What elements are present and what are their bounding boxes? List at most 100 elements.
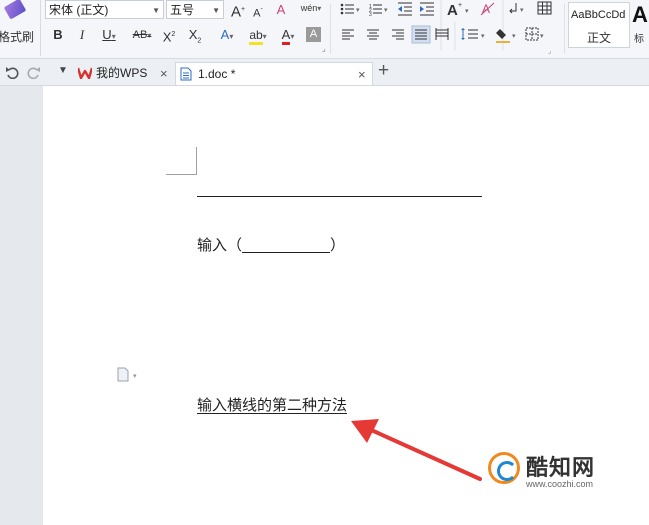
fill-in-suffix: ）	[330, 236, 346, 254]
wps-logo-icon	[78, 67, 92, 79]
svg-text:▾: ▾	[512, 33, 516, 40]
text-effect-button[interactable]: A▾	[214, 25, 240, 45]
align-left-icon[interactable]	[342, 29, 354, 40]
grow-font-button[interactable]: A+	[229, 0, 247, 20]
margin-corner-mark	[166, 147, 197, 175]
watermark-url: www.coozhi.com	[526, 479, 594, 489]
distributed-icon[interactable]	[435, 28, 449, 40]
font-name-value: 宋体 (正文)	[49, 3, 109, 17]
clear-all-format-icon[interactable]: A	[480, 2, 495, 16]
underline-label: U	[102, 27, 112, 42]
decrease-indent-icon[interactable]	[398, 2, 412, 16]
align-right-icon[interactable]	[392, 29, 404, 40]
tab-document-label: 1.doc *	[198, 67, 236, 81]
clear-format-label: A	[276, 2, 286, 17]
style-normal-sample: AaBbCcDd	[571, 9, 626, 21]
svg-text:▾: ▾	[540, 33, 544, 40]
undo-icon[interactable]	[5, 65, 19, 79]
format-painter-label: 格式刷	[0, 30, 35, 44]
watermark-logo: 酷知网 www.coozhi.com	[482, 448, 632, 494]
chevron-down-icon: ▾	[317, 4, 322, 13]
font-color-button[interactable]: A▾	[275, 25, 301, 45]
chevron-down-icon: ▼	[152, 6, 160, 15]
shrink-font-button[interactable]: A-	[250, 0, 266, 20]
svg-text:▾: ▾	[481, 33, 485, 40]
increase-indent-icon[interactable]	[420, 2, 434, 16]
paragraph-group: ▾ 123 ▾ A + ▾ A ▾ ▾ ▾ ▾ ⌟	[340, 0, 552, 55]
document-tab-bar: ▼ 我的WPS × 1.doc * × +	[0, 59, 649, 86]
chevron-down-icon: ▾	[147, 31, 152, 40]
bullet-list-icon[interactable]: ▾	[340, 3, 360, 15]
font-dialog-launcher[interactable]: ⌟	[322, 44, 326, 53]
separator	[330, 4, 331, 54]
grow-font-icon[interactable]: A + ▾	[447, 2, 469, 19]
separator	[564, 4, 565, 54]
numbered-list-icon[interactable]: 123 ▾	[369, 4, 388, 18]
watermark-brand: 酷知网	[526, 455, 596, 480]
tab-my-wps-label: 我的WPS	[96, 66, 148, 80]
style-heading[interactable]: A 标	[630, 2, 649, 46]
svg-text:3: 3	[369, 12, 372, 18]
align-center-icon[interactable]	[367, 29, 379, 40]
subscript-button[interactable]: X2	[186, 25, 204, 45]
char-shading-button[interactable]: A	[306, 27, 321, 42]
format-painter-button[interactable]: 格式刷	[0, 0, 41, 56]
bold-button[interactable]: B	[50, 25, 66, 45]
highlight-label: ab	[249, 28, 263, 45]
font-name-select[interactable]: 宋体 (正文) ▼	[45, 0, 164, 19]
svg-text:▾: ▾	[465, 8, 469, 15]
superscript-button[interactable]: X2	[160, 25, 178, 45]
justify-icon[interactable]	[411, 25, 431, 44]
tab-my-wps[interactable]: 我的WPS ×	[74, 62, 174, 85]
borders-icon[interactable]: ▾	[525, 27, 544, 41]
chevron-down-icon: ▾	[262, 32, 267, 41]
paragraph-dialog-launcher[interactable]: ⌟	[548, 48, 551, 55]
bold-label: B	[53, 27, 63, 42]
paragraph-mark-icon[interactable]: ▾	[509, 3, 524, 14]
line-spacing-icon[interactable]: ▾	[461, 28, 485, 40]
close-icon[interactable]: ×	[358, 63, 366, 86]
svg-text:▾: ▾	[356, 7, 360, 14]
phonetic-label: wén	[300, 3, 318, 13]
svg-text:+: +	[458, 2, 462, 9]
highlight-button[interactable]: ab▾	[244, 25, 272, 45]
paste-options-icon[interactable]: ▾	[117, 367, 143, 383]
brush-icon	[3, 0, 27, 20]
strikethrough-button[interactable]: AB▾	[128, 25, 156, 45]
italic-label: I	[79, 27, 85, 42]
chevron-down-icon: ▾	[229, 32, 234, 41]
tab-list-dropdown-icon[interactable]: ▼	[58, 65, 68, 76]
coozhi-logo-icon	[488, 452, 520, 484]
doc-file-icon	[180, 67, 192, 81]
style-heading-sample: A	[632, 2, 648, 27]
underlined-text-line: 输入横线的第二种方法	[197, 394, 347, 415]
fill-in-prefix: 输入（	[197, 236, 243, 254]
svg-text:▾: ▾	[520, 7, 524, 14]
style-normal-name: 正文	[586, 31, 611, 45]
annotation-arrow	[351, 419, 482, 481]
grow-font-label: A	[230, 3, 241, 21]
svg-text:▾: ▾	[133, 373, 137, 380]
svg-text:A: A	[447, 2, 458, 19]
svg-text:▾: ▾	[384, 7, 388, 14]
table-icon[interactable]	[537, 1, 552, 15]
italic-button[interactable]: I	[74, 25, 90, 45]
font-size-value: 五号	[170, 3, 195, 17]
style-normal[interactable]: AaBbCcDd 正文	[568, 2, 630, 48]
phonetic-guide-button[interactable]: wén▾	[298, 0, 324, 18]
clear-format-button[interactable]: A	[272, 0, 290, 20]
redo-icon[interactable]	[27, 65, 41, 79]
underline-button[interactable]: U▾	[96, 25, 122, 45]
shrink-font-label: A	[253, 7, 261, 20]
new-tab-icon[interactable]: +	[378, 60, 389, 82]
font-size-select[interactable]: 五号 ▼	[166, 0, 224, 19]
tab-document[interactable]: 1.doc * ×	[175, 62, 373, 85]
style-heading-name: 标	[634, 34, 644, 45]
chevron-down-icon: ▼	[212, 6, 220, 15]
close-icon[interactable]: ×	[160, 62, 168, 85]
left-margin-gutter	[0, 86, 43, 525]
char-shading-label: A	[309, 28, 318, 40]
ribbon-toolbar: 格式刷 宋体 (正文) ▼ 五号 ▼ A+ A- A wén▾ B I U▾ A…	[0, 0, 649, 59]
paint-bucket-icon[interactable]: ▾	[496, 29, 516, 43]
fill-in-blank-line: 输入（ ）	[197, 234, 345, 255]
